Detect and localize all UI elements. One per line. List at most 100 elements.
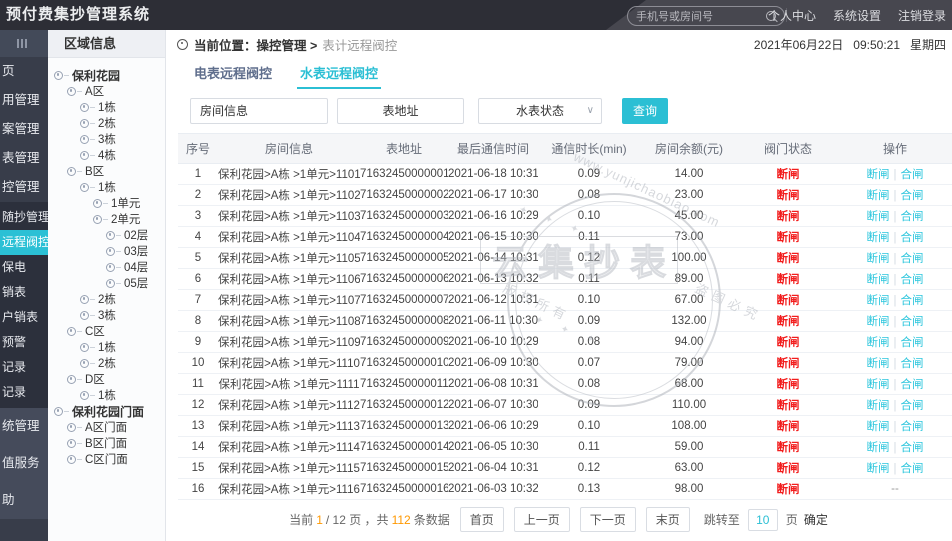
global-search-input[interactable]: 手机号或房间号 [627, 6, 785, 26]
tree-node[interactable]: 保利花园门面 [48, 403, 165, 419]
nav-bottom-item-1[interactable]: 值服务 [0, 445, 48, 482]
tree-node[interactable]: 04层 [48, 259, 165, 275]
cell-operations: 断闸|合闸 [838, 332, 952, 353]
close-valve-link[interactable]: 合闸 [901, 337, 924, 349]
nav-sub-item-2[interactable]: 保电 [0, 255, 48, 280]
nav-bottom-item-2[interactable]: 助 [0, 482, 48, 519]
open-valve-link[interactable]: 断闸 [867, 421, 890, 433]
logout-link[interactable]: 注销登录 [898, 7, 946, 24]
tree-node[interactable]: 2单元 [48, 211, 165, 227]
tree-node[interactable]: 1栋 [48, 339, 165, 355]
tree-node-label: 04层 [124, 259, 148, 275]
tree-node[interactable]: 1栋 [48, 387, 165, 403]
open-valve-link[interactable]: 断闸 [867, 337, 890, 349]
query-button[interactable]: 查询 [622, 98, 668, 124]
close-valve-link[interactable]: 合闸 [901, 211, 924, 223]
close-valve-link[interactable]: 合闸 [901, 421, 924, 433]
tree-node[interactable]: D区 [48, 371, 165, 387]
tree-node[interactable]: A区门面 [48, 419, 165, 435]
nav-item-remote-valve-control-active[interactable]: 远程阀控 [0, 230, 48, 255]
nav-item-0[interactable]: 页 [0, 57, 48, 86]
open-valve-link[interactable]: 断闸 [867, 232, 890, 244]
open-valve-link[interactable]: 断闸 [867, 253, 890, 265]
open-valve-link[interactable]: 断闸 [867, 316, 890, 328]
tree-node[interactable]: 3栋 [48, 131, 165, 147]
open-valve-link[interactable]: 断闸 [867, 442, 890, 454]
meter-address-input[interactable]: 表地址 [337, 98, 464, 124]
open-valve-link[interactable]: 断闸 [867, 190, 890, 202]
tree-node[interactable]: 1栋 [48, 179, 165, 195]
user-center-link[interactable]: 个人中心 [768, 7, 816, 24]
close-valve-link[interactable]: 合闸 [901, 316, 924, 328]
nav-sub-item-7[interactable]: 记录 [0, 380, 48, 405]
prev-page-button[interactable]: 上一页 [514, 507, 570, 532]
tree-expand-icon [54, 71, 63, 80]
nav-sub-item-4[interactable]: 户销表 [0, 305, 48, 330]
tab-electric-valve-control[interactable]: 电表远程阀控 [194, 63, 272, 89]
open-valve-link[interactable]: 断闸 [867, 295, 890, 307]
next-page-button[interactable]: 下一页 [580, 507, 636, 532]
tree-node[interactable]: 2栋 [48, 115, 165, 131]
close-valve-link[interactable]: 合闸 [901, 463, 924, 475]
nav-collapse-button[interactable] [0, 30, 48, 57]
tree-node[interactable]: 保利花园 [48, 67, 165, 83]
nav-item-1[interactable]: 用管理 [0, 86, 48, 115]
close-valve-link[interactable]: 合闸 [901, 295, 924, 307]
close-valve-link[interactable]: 合闸 [901, 253, 924, 265]
jump-to-label: 跳转至 [704, 511, 740, 528]
tree-node[interactable]: 2栋 [48, 291, 165, 307]
open-valve-link[interactable]: 断闸 [867, 169, 890, 181]
nav-sub-item-5[interactable]: 预警 [0, 330, 48, 355]
nav-bottom-item-0[interactable]: 统管理 [0, 408, 48, 445]
close-valve-link[interactable]: 合闸 [901, 358, 924, 370]
tree-node[interactable]: B区门面 [48, 435, 165, 451]
close-valve-link[interactable]: 合闸 [901, 169, 924, 181]
cell-comm-duration: 0.08 [538, 185, 640, 206]
app-title: 预付费集抄管理系统 [6, 0, 150, 30]
tree-node[interactable]: 05层 [48, 275, 165, 291]
tree-node[interactable]: 3栋 [48, 307, 165, 323]
nav-sub-item-6[interactable]: 记录 [0, 355, 48, 380]
open-valve-link[interactable]: 断闸 [867, 400, 890, 412]
close-valve-link[interactable]: 合闸 [901, 274, 924, 286]
nav-sub-item-3[interactable]: 销表 [0, 280, 48, 305]
first-page-button[interactable]: 首页 [460, 507, 504, 532]
tree-node[interactable]: B区 [48, 163, 165, 179]
last-page-button[interactable]: 末页 [646, 507, 690, 532]
room-info-input[interactable]: 房间信息 [190, 98, 328, 124]
system-settings-link[interactable]: 系统设置 [833, 7, 881, 24]
tree-node[interactable]: C区门面 [48, 451, 165, 467]
jump-confirm-button[interactable]: 确定 [804, 511, 828, 528]
tree-node[interactable]: 4栋 [48, 147, 165, 163]
tree-node[interactable]: 2栋 [48, 355, 165, 371]
cell-comm-duration: 0.09 [538, 395, 640, 416]
tab-water-valve-control[interactable]: 水表远程阀控 [300, 63, 378, 89]
jump-page-input[interactable]: 10 [748, 509, 778, 531]
tree-expand-icon [67, 327, 76, 336]
open-valve-link[interactable]: 断闸 [867, 463, 890, 475]
close-valve-link[interactable]: 合闸 [901, 379, 924, 391]
tree-node[interactable]: 03层 [48, 243, 165, 259]
nav-sub-item-0[interactable]: 随抄管理 [0, 205, 48, 230]
water-meter-status-select[interactable]: 水表状态 ∨ [478, 98, 602, 124]
tree-node[interactable]: 1单元 [48, 195, 165, 211]
open-valve-link[interactable]: 断闸 [867, 358, 890, 370]
tree-node[interactable]: 1栋 [48, 99, 165, 115]
nav-item-3[interactable]: 表管理 [0, 144, 48, 173]
nav-item-4[interactable]: 控管理 [0, 173, 48, 202]
open-valve-link[interactable]: 断闸 [867, 379, 890, 391]
close-valve-link[interactable]: 合闸 [901, 190, 924, 202]
tree-node[interactable]: A区 [48, 83, 165, 99]
pagination-prefix: 当前 [289, 511, 313, 528]
nav-item-2[interactable]: 案管理 [0, 115, 48, 144]
close-valve-link[interactable]: 合闸 [901, 442, 924, 454]
cell-index: 8 [178, 311, 218, 332]
tree-node[interactable]: C区 [48, 323, 165, 339]
close-valve-link[interactable]: 合闸 [901, 232, 924, 244]
cell-operations: 断闸|合闸 [838, 248, 952, 269]
cell-index: 15 [178, 458, 218, 479]
close-valve-link[interactable]: 合闸 [901, 400, 924, 412]
open-valve-link[interactable]: 断闸 [867, 211, 890, 223]
tree-node[interactable]: 02层 [48, 227, 165, 243]
open-valve-link[interactable]: 断闸 [867, 274, 890, 286]
